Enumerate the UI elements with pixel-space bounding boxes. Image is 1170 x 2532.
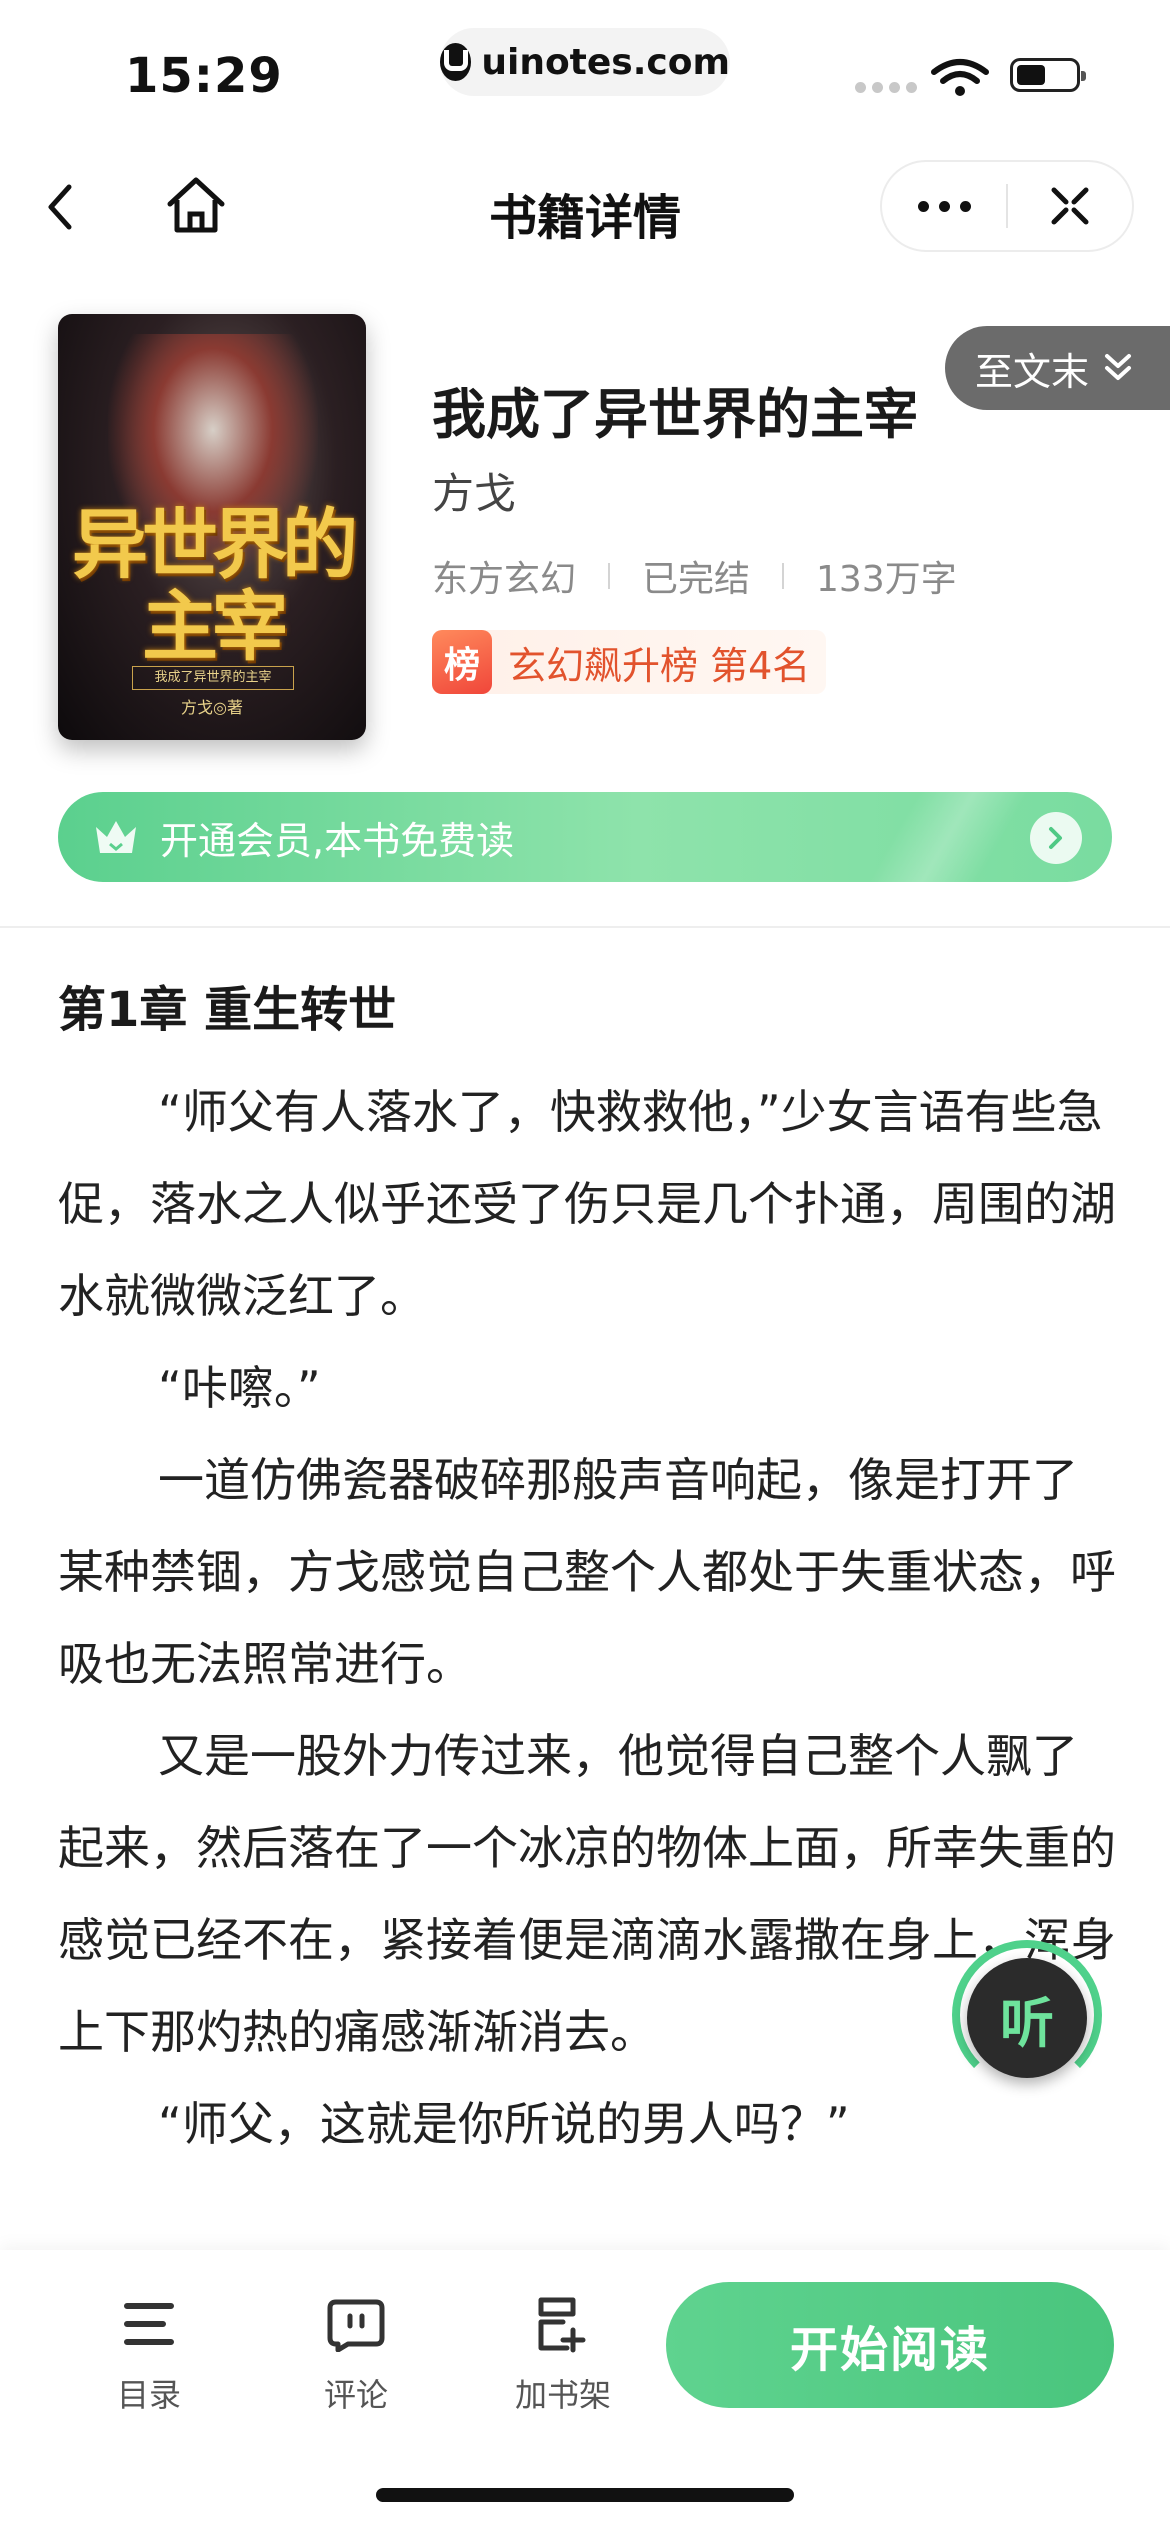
close-icon: [1051, 187, 1089, 225]
meta-divider: [782, 563, 785, 589]
cover-subtitle: 我成了异世界的主宰: [132, 666, 294, 690]
status-time: 15:29: [125, 48, 283, 104]
goto-end-button[interactable]: 至文末: [945, 326, 1170, 410]
wifi-icon: [931, 59, 989, 96]
double-chevron-down-icon: [1105, 354, 1132, 380]
book-meta: 东方玄幻 已完结 133万字: [432, 550, 957, 602]
rank-text: 玄幻飙升榜 第4名: [508, 643, 811, 688]
chapter-paragraph: “咔嚓。”: [158, 1361, 321, 1415]
book-cover[interactable]: 异世界的主宰 我成了异世界的主宰 方戈◎著: [58, 314, 366, 740]
book-word-count: 133万字: [816, 559, 957, 600]
mini-program-capsule: [880, 160, 1134, 252]
book-title: 我成了异世界的主宰: [432, 383, 918, 446]
comment-label: 评论: [323, 2376, 388, 2414]
listen-label: 听: [967, 1958, 1087, 2078]
start-reading-button[interactable]: 开始阅读: [666, 2282, 1114, 2408]
site-logo-icon: [440, 43, 472, 81]
content-fade: [0, 2160, 1170, 2250]
battery-icon: [1010, 58, 1086, 92]
add-shelf-tab[interactable]: 加书架: [488, 2292, 638, 2416]
meta-divider: [608, 563, 611, 589]
url-text: uinotes.com: [481, 41, 730, 83]
home-indicator: [376, 2488, 794, 2502]
vip-banner[interactable]: 开通会员,本书免费读: [58, 792, 1112, 882]
chapter-paragraph: “师父，这就是你所说的男人吗？”: [158, 2097, 850, 2151]
chapter-title: 第1章 重生转世: [58, 982, 397, 1038]
vip-decoration: [838, 792, 1058, 882]
more-button[interactable]: [882, 200, 1006, 212]
cover-title: 异世界的主宰: [72, 500, 358, 671]
add-shelf-icon: [538, 2297, 586, 2353]
rank-badge[interactable]: 榜 玄幻飙升榜 第4名: [432, 630, 827, 694]
comment-tab[interactable]: 评论: [281, 2292, 431, 2416]
cellular-signal-icon: [855, 82, 917, 93]
book-author[interactable]: 方戈: [432, 460, 516, 521]
chapter-paragraph: 一道仿佛瓷器破碎那般声音响起，像是打开了某种禁锢，方戈感觉自己整个人都处于失重状…: [58, 1453, 1116, 1691]
book-category: 东方玄幻: [432, 559, 577, 600]
catalog-tab[interactable]: 目录: [74, 2292, 224, 2416]
catalog-icon: [124, 2303, 174, 2345]
vip-text: 开通会员,本书免费读: [160, 818, 515, 863]
goto-end-label: 至文末: [975, 349, 1090, 394]
chapter-paragraph: “师父有人落水了，快救救他，”少女言语有些急促，落水之人似乎还受了伤只是几个扑通…: [58, 1085, 1116, 1323]
book-status: 已完结: [642, 559, 751, 600]
url-pill[interactable]: uinotes.com: [440, 28, 730, 96]
rank-icon: 榜: [432, 630, 492, 694]
close-button[interactable]: [1008, 184, 1132, 228]
crown-icon: [96, 821, 136, 853]
section-divider: [0, 926, 1170, 928]
add-shelf-label: 加书架: [514, 2376, 611, 2414]
chevron-right-icon: [1030, 812, 1082, 864]
comment-icon: [327, 2299, 385, 2352]
catalog-label: 目录: [116, 2376, 181, 2414]
cover-author: 方戈◎著: [181, 698, 243, 717]
listen-button[interactable]: 听: [952, 1940, 1102, 2090]
